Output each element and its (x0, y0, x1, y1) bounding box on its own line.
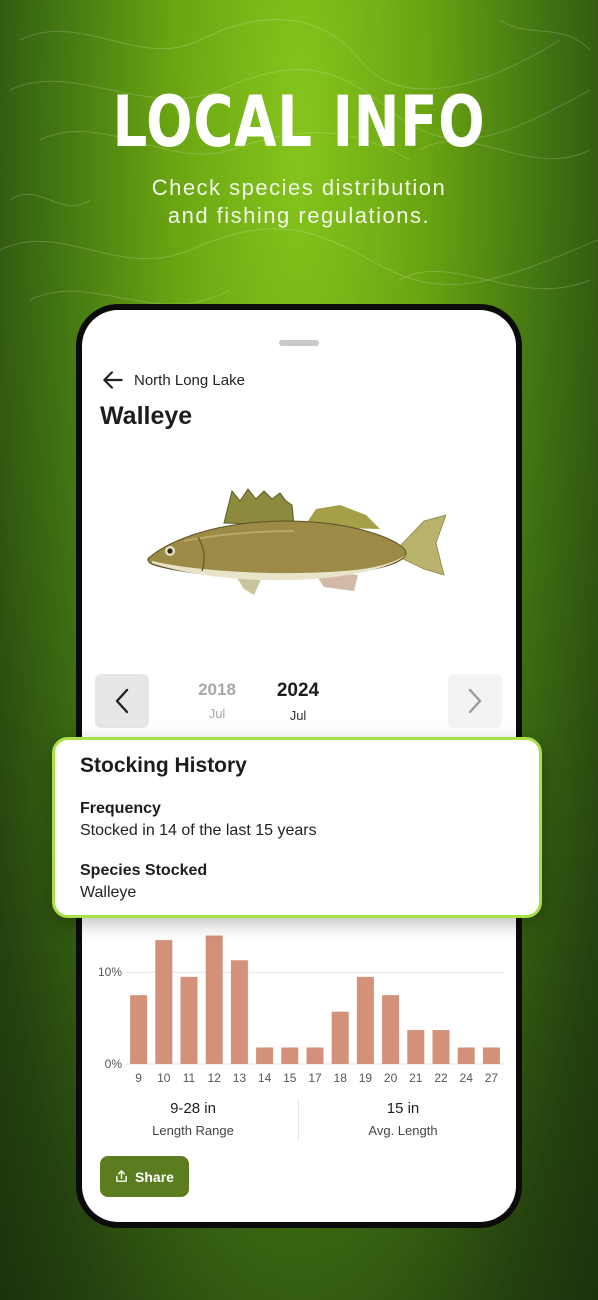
next-year-button[interactable] (448, 674, 502, 728)
length-stats: 9-28 in Length Range 15 in Avg. Length (82, 1100, 516, 1148)
x-tick-label: 18 (334, 1071, 348, 1085)
bar-11 (180, 976, 198, 1064)
bar-10 (155, 940, 173, 1064)
bar-22 (432, 1030, 450, 1064)
share-icon (116, 1170, 127, 1182)
x-tick-label: 22 (434, 1071, 448, 1085)
hero-title: LOCAL INFO (112, 81, 486, 163)
x-tick-label: 9 (135, 1071, 142, 1085)
frequency-value: Stocked in 14 of the last 15 years (80, 822, 317, 839)
x-tick-label: 11 (183, 1071, 196, 1085)
frequency-label: Frequency (80, 800, 161, 817)
bar-9 (130, 995, 148, 1064)
lake-name-label[interactable]: North Long Lake (134, 372, 245, 389)
hero-subtitle-line-2: and fishing regulations. (167, 203, 431, 228)
previous-year-button[interactable] (95, 674, 149, 728)
year-option-2018[interactable]: 2018 Jul (182, 680, 252, 721)
bar-14 (256, 1047, 274, 1064)
stocking-history-card: Stocking History Frequency Stocked in 14… (52, 737, 542, 918)
y-tick-label: 10% (98, 965, 122, 979)
year-label: 2018 (198, 680, 236, 699)
sheet-grabber[interactable] (279, 340, 319, 346)
length-range-stat: 9-28 in Length Range (98, 1100, 288, 1138)
avg-length-label: Avg. Length (368, 1123, 438, 1138)
chevron-left-icon (115, 688, 129, 714)
x-tick-label: 12 (208, 1071, 222, 1085)
arrow-left-icon[interactable] (100, 367, 126, 393)
year-label: 2024 (276, 680, 320, 701)
x-tick-label: 20 (384, 1071, 398, 1085)
length-range-label: Length Range (152, 1123, 234, 1138)
x-tick-label: 13 (233, 1071, 247, 1085)
walleye-illustration (147, 488, 447, 595)
x-tick-label: 24 (460, 1071, 474, 1085)
hero-subtitle-line-1: Check species distribution (151, 175, 447, 200)
species-stocked-label: Species Stocked (80, 862, 208, 879)
length-distribution-chart: 0% 10% 9 10 11 12 13 14 15 17 18 19 20 21 22 24 27 (98, 935, 504, 1085)
bar-19 (356, 976, 374, 1064)
bar-24 (457, 1047, 475, 1064)
bar-21 (407, 1030, 425, 1064)
year-option-2024-selected[interactable]: 2024 Jul (263, 680, 333, 723)
bar-15 (281, 1047, 299, 1064)
bar-20 (382, 995, 400, 1064)
bar-18 (331, 1011, 349, 1064)
bar-17 (306, 1047, 324, 1064)
share-button[interactable]: Share (100, 1156, 189, 1197)
species-stocked-value: Walleye (80, 884, 137, 901)
hero-subtitle: Check species distribution and fishing r… (0, 174, 598, 230)
x-tick-label: 27 (485, 1071, 499, 1085)
bar-27 (482, 1047, 500, 1064)
y-tick-label: 0% (105, 1057, 123, 1071)
avg-length-stat: 15 in Avg. Length (308, 1100, 498, 1138)
x-tick-label: 15 (283, 1071, 297, 1085)
x-tick-label: 10 (157, 1071, 171, 1085)
bar-13 (230, 960, 248, 1064)
species-title: Walleye (100, 402, 193, 430)
month-label: Jul (289, 708, 307, 723)
chevron-right-icon (468, 688, 482, 714)
x-tick-label: 14 (258, 1071, 272, 1085)
month-label: Jul (208, 706, 226, 721)
length-range-value: 9-28 in (170, 1100, 216, 1117)
bar-12 (205, 935, 223, 1064)
x-tick-label: 21 (409, 1071, 423, 1085)
stats-divider (298, 1100, 299, 1140)
back-navigation[interactable]: North Long Lake (100, 365, 245, 395)
avg-length-value: 15 in (386, 1100, 420, 1117)
x-tick-label: 19 (359, 1071, 373, 1085)
stocking-history-title: Stocking History (80, 754, 247, 777)
share-label: Share (135, 1168, 174, 1185)
x-tick-label: 17 (308, 1071, 322, 1085)
